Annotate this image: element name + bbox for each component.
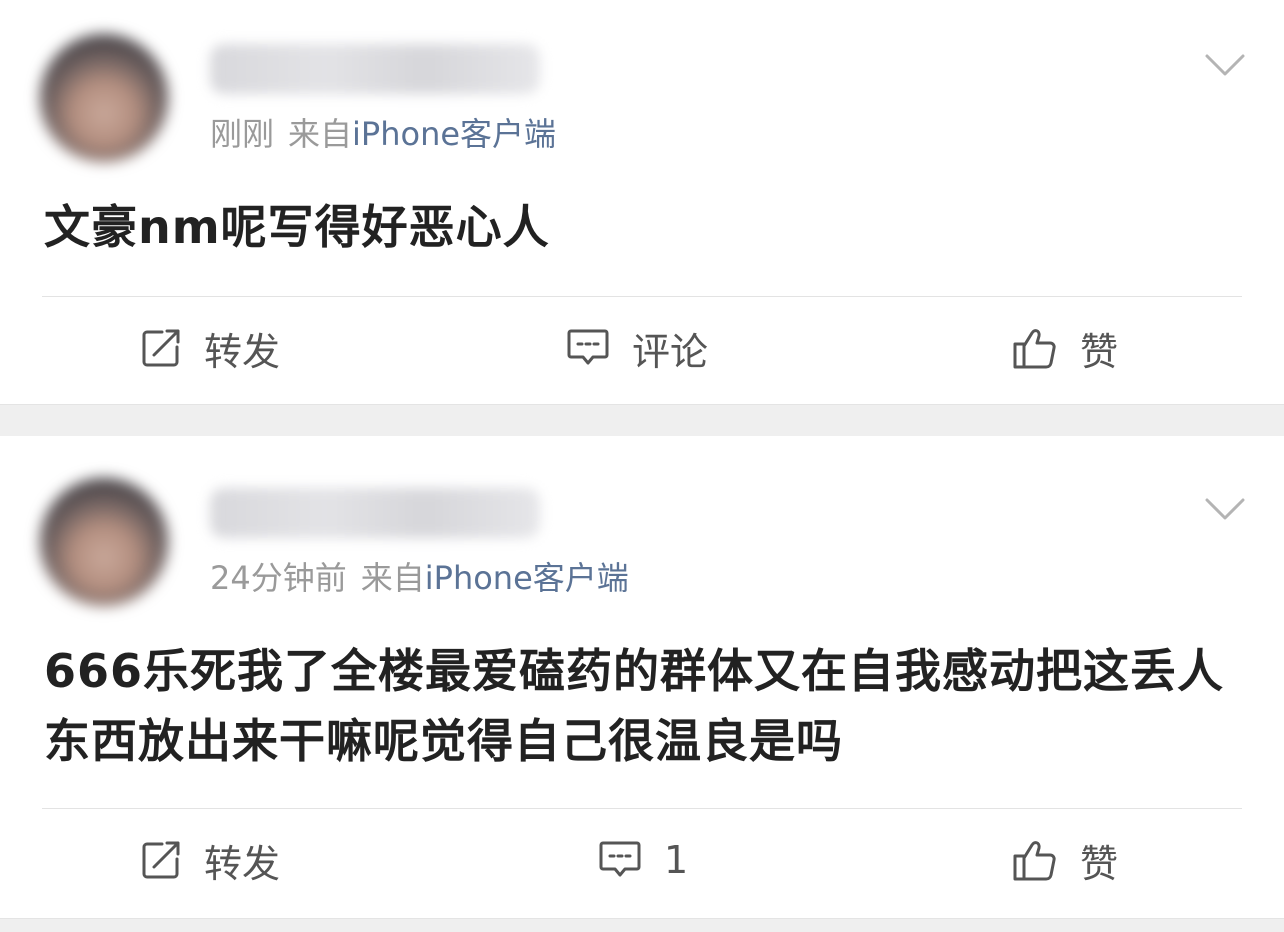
post-content: 文豪nm呢写得好恶心人 [44,200,550,254]
like-label: 赞 [1080,841,1119,886]
comment-count: 1 [664,838,689,882]
username-blurred[interactable] [210,488,540,538]
post-content: 666乐死我了全楼最爱磕药的群体又在自我感动把这丢人东西放出来干嘛呢觉得自己很温… [44,644,1225,768]
like-icon [1013,329,1056,369]
post-from-label: 来自 [360,559,425,597]
repost-button[interactable]: 转发 [140,318,280,378]
avatar[interactable] [40,478,168,606]
chevron-down-icon[interactable] [1204,496,1246,522]
post-time: 24分钟前 [210,559,347,597]
post-time: 刚刚 [210,115,275,153]
chevron-down-icon[interactable] [1204,52,1246,78]
post-card: 24分钟前 来自iPhone客户端 666乐死我了全楼最爱磕药的群体又在自我感动把… [0,436,1284,918]
repost-icon [142,329,180,367]
post-separator [0,918,1284,932]
post-separator [0,404,1284,436]
username-blurred[interactable] [210,44,540,94]
post-from-label: 来自 [288,115,353,153]
comment-button[interactable]: 1 [598,830,688,890]
repost-button[interactable]: 转发 [140,830,280,890]
like-button[interactable]: 赞 [1012,830,1118,890]
post-card: 刚刚 来自iPhone客户端 文豪nm呢写得好恶心人 转发 评论 赞 [0,0,1284,404]
post-meta: 24分钟前 来自iPhone客户端 [210,558,629,598]
like-button[interactable]: 赞 [1012,318,1118,378]
like-label: 赞 [1080,329,1119,374]
post-meta: 刚刚 来自iPhone客户端 [210,114,556,154]
repost-label: 转发 [204,329,281,374]
comment-button[interactable]: 评论 [566,318,708,378]
repost-label: 转发 [204,841,281,886]
post-source-link[interactable]: iPhone客户端 [425,559,629,597]
weibo-comment-feed: 刚刚 来自iPhone客户端 文豪nm呢写得好恶心人 转发 评论 赞 24分钟前… [0,0,1284,932]
like-icon [1013,841,1056,881]
repost-icon [142,841,180,879]
comment-label: 评论 [632,329,709,374]
comment-icon [599,841,641,877]
comment-icon [567,329,609,365]
divider [42,808,1242,809]
post-source-link[interactable]: iPhone客户端 [352,115,556,153]
divider [42,296,1242,297]
avatar[interactable] [40,34,168,162]
